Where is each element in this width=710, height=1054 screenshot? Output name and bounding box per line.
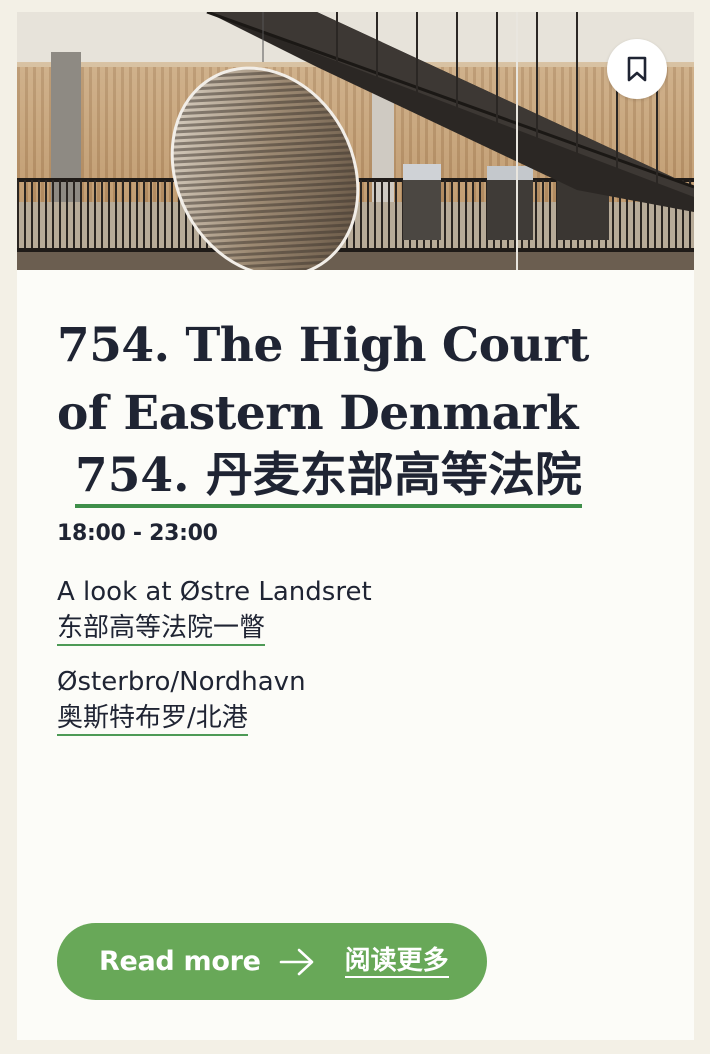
area-translation[interactable]: 奥斯特布罗/北港 xyxy=(57,702,248,736)
description-text: A look at Østre Landsret xyxy=(57,577,372,607)
read-more-button[interactable]: Read more 阅读更多 xyxy=(57,923,487,1000)
court-interior-photo xyxy=(17,12,694,270)
description-translation[interactable]: 东部高等法院一瞥 xyxy=(57,612,266,646)
event-title[interactable]: 754. The High Court of Eastern Denmark xyxy=(57,312,654,448)
event-description: A look at Østre Landsret 东部高等法院一瞥 xyxy=(57,574,654,646)
event-title-translation[interactable]: 754. 丹麦东部高等法院 xyxy=(75,448,582,508)
area-text: Østerbro/Nordhavn xyxy=(57,667,306,697)
event-time: 18:00 - 23:00 xyxy=(57,521,218,546)
bookmark-icon xyxy=(627,56,647,82)
event-area: Østerbro/Nordhavn 奥斯特布罗/北港 xyxy=(57,664,654,736)
event-card[interactable]: 754. The High Court of Eastern Denmark 7… xyxy=(17,12,694,1040)
read-more-label: Read more xyxy=(99,946,261,977)
read-more-translation[interactable]: 阅读更多 xyxy=(344,946,449,978)
event-photo[interactable] xyxy=(17,12,694,270)
card-content: 754. The High Court of Eastern Denmark 7… xyxy=(57,312,654,736)
bookmark-button[interactable] xyxy=(607,39,667,99)
event-title-translation-wrap: 754. 丹麦东部高等法院 xyxy=(75,448,654,515)
arrow-right-icon xyxy=(279,947,315,977)
